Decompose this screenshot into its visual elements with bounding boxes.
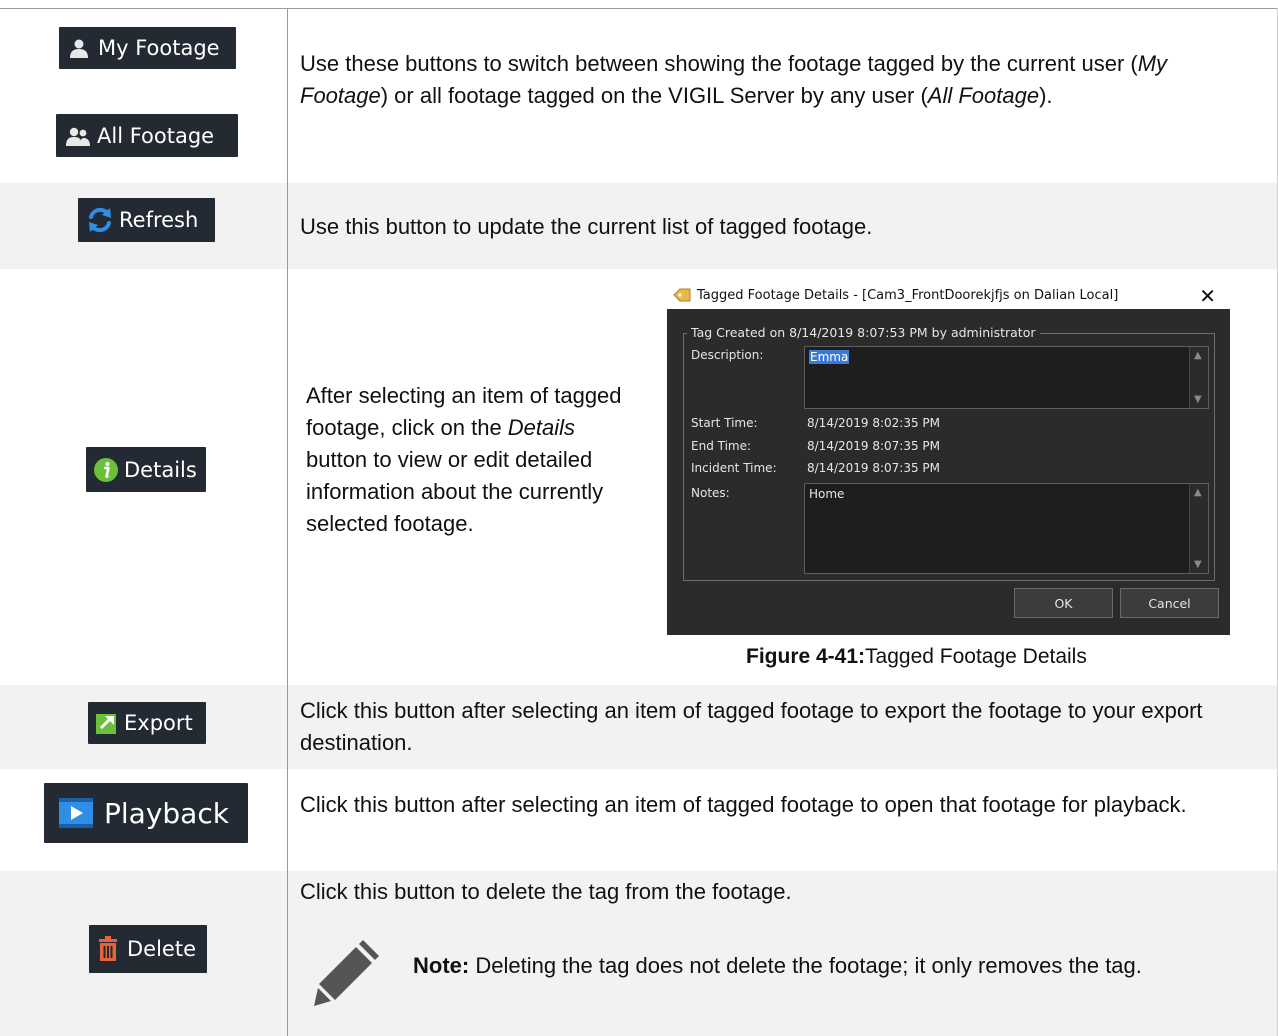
notes-scrollbar[interactable]: ▲ ▼: [1189, 484, 1208, 573]
trash-icon: [99, 936, 117, 961]
notes-value: Home: [809, 487, 845, 501]
notes-label: Notes:: [691, 486, 730, 500]
chevron-down-icon[interactable]: ▼: [1194, 394, 1202, 405]
pencil-icon: [314, 940, 379, 1006]
playback-label: Playback: [104, 796, 229, 830]
description-scrollbar[interactable]: ▲ ▼: [1189, 347, 1208, 408]
description-selected-text: Emma: [809, 350, 850, 364]
description-value: Emma: [809, 350, 850, 364]
delete-note: Note: Deleting the tag does not delete t…: [413, 950, 1258, 982]
tagged-footage-details-dialog: Tagged Footage Details - [Cam3_FrontDoor…: [667, 283, 1230, 635]
column-divider: [287, 8, 288, 1036]
playback-button[interactable]: Playback: [44, 783, 248, 843]
export-icon: [96, 714, 116, 734]
chevron-up-icon[interactable]: ▲: [1194, 487, 1202, 498]
refresh-icon: [89, 207, 111, 233]
button-reference-table: My Footage All Footage Use these buttons…: [0, 0, 1278, 1036]
table-top-border: [0, 8, 1278, 9]
description-text: ) or all footage tagged on the VIGIL Ser…: [380, 83, 928, 108]
footage-filter-description: Use these buttons to switch between show…: [300, 48, 1260, 112]
playback-description: Click this button after selecting an ite…: [300, 792, 1187, 817]
incident-time-value: 8/14/2019 8:07:35 PM: [807, 461, 941, 475]
all-footage-button[interactable]: All Footage: [56, 114, 238, 157]
export-description: Click this button after selecting an ite…: [300, 698, 1203, 755]
figure-label: Figure 4-41:: [746, 645, 866, 668]
refresh-button[interactable]: Refresh: [78, 198, 215, 242]
notes-field[interactable]: Home ▲ ▼: [804, 483, 1209, 574]
incident-time-label: Incident Time:: [691, 461, 777, 475]
all-footage-label: All Footage: [97, 123, 215, 148]
description-text: button to view or edit detailed informat…: [306, 447, 604, 536]
delete-description: Click this button to delete the tag from…: [300, 879, 792, 904]
refresh-description: Use this button to update the current li…: [300, 214, 873, 239]
close-icon[interactable]: ✕: [1199, 284, 1216, 308]
start-time-label: Start Time:: [691, 416, 758, 430]
dialog-title-bar: Tagged Footage Details - [Cam3_FrontDoor…: [667, 283, 1230, 309]
cancel-button[interactable]: Cancel: [1120, 588, 1219, 618]
export-label: Export: [124, 711, 193, 735]
description-text: Use these buttons to switch between show…: [300, 51, 1138, 76]
tag-created-legend: Tag Created on 8/14/2019 8:07:53 PM by a…: [687, 325, 1040, 340]
user-icon: [70, 39, 88, 58]
end-time-label: End Time:: [691, 439, 752, 453]
my-footage-button[interactable]: My Footage: [59, 27, 236, 69]
delete-button[interactable]: Delete: [89, 925, 207, 973]
delete-label: Delete: [127, 937, 196, 961]
my-footage-label: My Footage: [98, 36, 220, 60]
refresh-label: Refresh: [119, 208, 199, 232]
info-icon: [94, 457, 118, 482]
chevron-down-icon[interactable]: ▼: [1194, 559, 1202, 570]
figure-caption: Figure 4-41:Tagged Footage Details: [746, 645, 1087, 669]
chevron-up-icon[interactable]: ▲: [1194, 350, 1202, 361]
details-emphasis: Details: [507, 415, 576, 440]
details-button[interactable]: Details: [86, 447, 206, 492]
dialog-title: Tagged Footage Details - [Cam3_FrontDoor…: [697, 288, 1119, 303]
note-label: Note:: [413, 953, 470, 978]
start-time-value: 8/14/2019 8:02:35 PM: [807, 416, 941, 430]
description-field[interactable]: Emma ▲ ▼: [804, 346, 1209, 409]
ok-button[interactable]: OK: [1014, 588, 1113, 618]
note-text: Deleting the tag does not delete the foo…: [469, 953, 1142, 978]
details-description: After selecting an item of tagged footag…: [306, 380, 636, 540]
playback-icon: [59, 798, 93, 828]
tag-icon: [673, 288, 691, 302]
figure-caption-text: Tagged Footage Details: [865, 645, 1087, 668]
description-label: Description:: [691, 348, 764, 362]
description-text: ).: [1039, 83, 1053, 108]
details-label: Details: [124, 457, 197, 482]
users-icon: [66, 127, 90, 146]
end-time-value: 8/14/2019 8:07:35 PM: [807, 439, 941, 453]
export-button[interactable]: Export: [88, 702, 206, 744]
all-footage-emphasis: All Footage: [927, 83, 1040, 108]
